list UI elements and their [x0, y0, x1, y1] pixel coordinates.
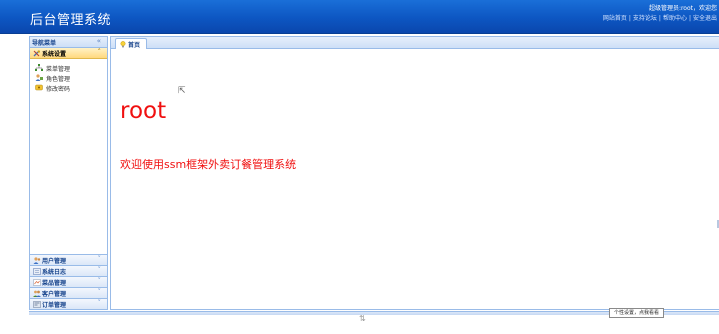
key-icon — [35, 84, 43, 93]
accordion-user-management[interactable]: 用户管理 ˅ — [30, 254, 107, 265]
sidebar-item-label: 角色管理 — [46, 76, 71, 83]
app-header: 后台管理系统 超级管理员:root，欢迎您 网站首页 | 支持论坛 | 帮助中心 | 安全退… — [0, 0, 719, 34]
accordion-label: 客户管理 — [42, 291, 67, 298]
greeting-text: 超级管理员:root，欢迎您 — [648, 5, 717, 12]
nav-title: 导航菜单 — [32, 40, 57, 47]
accordion-label: 订单管理 — [42, 302, 67, 309]
header-links: 网站首页 | 支持论坛 | 帮助中心 | 安全退出 — [603, 14, 717, 24]
personal-settings-tooltip[interactable]: 个性设置，点我看看 — [609, 308, 665, 318]
role-icon — [35, 74, 43, 83]
link-help-center[interactable]: 帮助中心 — [663, 15, 687, 22]
tab-home[interactable]: 首页 — [115, 38, 147, 49]
sidebar-item-label: 修改密码 — [46, 86, 71, 93]
link-separator: | — [628, 15, 631, 22]
order-icon — [33, 301, 41, 310]
accordion-dish-management[interactable]: 菜品管理 ˅ — [30, 276, 107, 287]
sidebar-item-change-password[interactable]: 修改密码 — [30, 83, 107, 93]
accordion-order-management[interactable]: 订单管理 ˅ — [30, 298, 107, 309]
accordion-label: 系统日志 — [42, 269, 67, 276]
tools-icon — [33, 50, 41, 59]
username-display: root — [120, 98, 167, 124]
main-panel: 首页 ⇱ root 欢迎使用ssm框架外卖订餐管理系统 — [110, 36, 719, 310]
tab-bar: 首页 — [111, 37, 719, 49]
sidebar-item-menu-management[interactable]: 菜单管理 — [30, 63, 107, 73]
home-content: ⇱ root 欢迎使用ssm框架外卖订餐管理系统 — [111, 49, 719, 309]
accordion-system-settings[interactable]: 系统设置 ˄ — [30, 48, 107, 59]
accordion-customer-management[interactable]: 客户管理 ˅ — [30, 287, 107, 298]
expand-chevron-icon[interactable]: ˅ — [98, 277, 102, 285]
accordion-label: 系统设置 — [42, 51, 67, 58]
tab-label: 首页 — [128, 42, 141, 49]
link-separator: | — [658, 15, 661, 22]
header-user-area: 超级管理员:root，欢迎您 网站首页 | 支持论坛 | 帮助中心 | 安全退出 — [603, 4, 717, 24]
accordion-label: 菜品管理 — [42, 280, 67, 287]
mouse-pointer-icon: ⇱ — [178, 86, 186, 96]
expand-chevron-icon[interactable]: ˅ — [98, 288, 102, 296]
link-separator: | — [688, 15, 691, 22]
accordion-system-log[interactable]: 系统日志 ˅ — [30, 265, 107, 276]
tree-icon — [35, 64, 43, 73]
accordion-group-list: 用户管理 ˅ 系统日志 ˅ 菜品管理 ˅ 客户管理 ˅ 订单管理 ˅ — [30, 254, 107, 309]
sidebar-item-label: 菜单管理 — [46, 66, 71, 73]
left-navigation: 导航菜单 « 系统设置 ˄ 菜单管理 角色管理 修改密码 用户管理 ˅ 系统日志… — [29, 36, 108, 310]
link-support-forum[interactable]: 支持论坛 — [633, 15, 657, 22]
collapse-chevron-icon[interactable]: ˄ — [98, 48, 102, 56]
expand-chevron-icon[interactable]: ˅ — [98, 255, 102, 263]
collapse-nav-button[interactable]: « — [97, 37, 101, 45]
accordion-label: 用户管理 — [42, 258, 67, 265]
welcome-message: 欢迎使用ssm框架外卖订餐管理系统 — [120, 158, 297, 171]
sidebar-item-role-management[interactable]: 角色管理 — [30, 73, 107, 83]
expand-chevron-icon[interactable]: ˅ — [98, 299, 102, 307]
link-site-home[interactable]: 网站首页 — [603, 15, 627, 22]
nav-header: 导航菜单 « — [30, 37, 107, 48]
splitter-handle-icon[interactable]: ⇅ — [359, 314, 366, 323]
expand-chevron-icon[interactable]: ˅ — [98, 266, 102, 274]
app-title: 后台管理系统 — [30, 13, 112, 28]
link-logout[interactable]: 安全退出 — [693, 15, 717, 22]
